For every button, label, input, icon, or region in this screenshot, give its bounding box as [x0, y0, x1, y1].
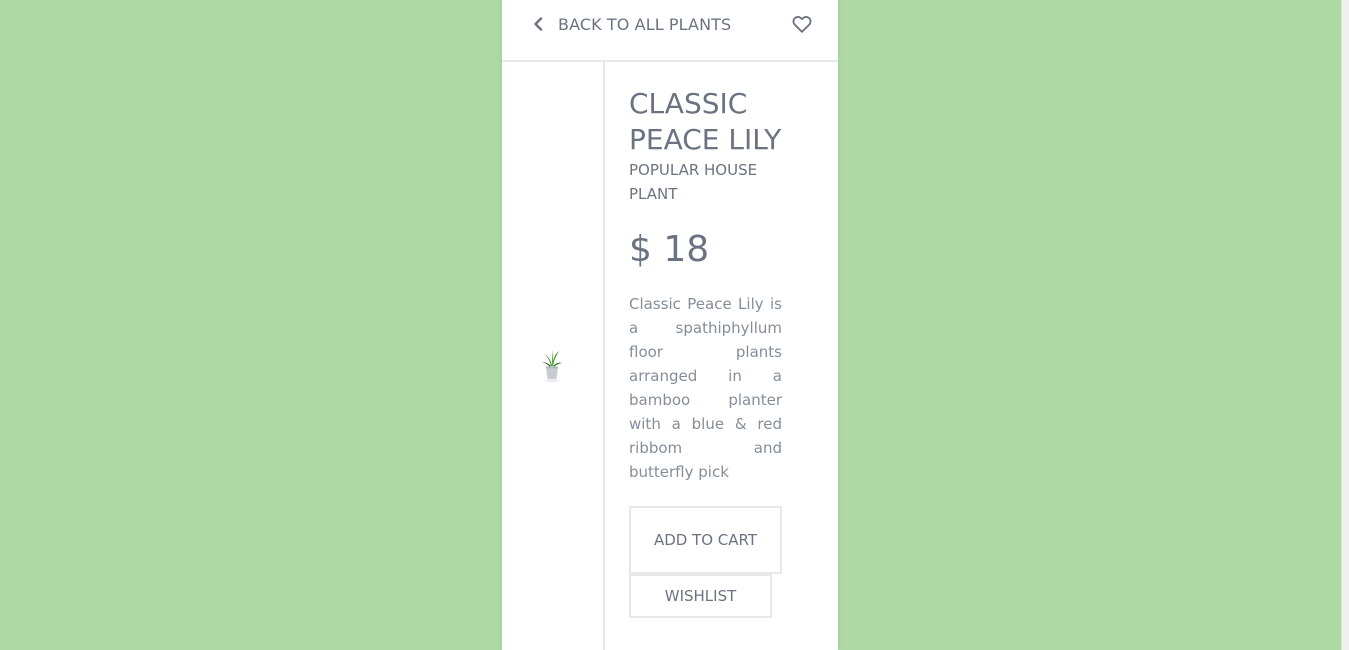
page-scrollbar[interactable] [1341, 0, 1349, 650]
product-price: $ 18 [629, 229, 710, 270]
product-description: Classic Peace Lily is a spathiphyllum fl… [629, 295, 782, 481]
back-link-label: BACK TO ALL PLANTS [558, 14, 732, 34]
top-bar: BACK TO ALL PLANTS [502, 0, 838, 62]
wishlist-button[interactable]: WISHLIST [629, 574, 772, 618]
add-to-cart-button[interactable]: ADD TO CART [629, 506, 782, 574]
back-to-all-plants-link[interactable]: BACK TO ALL PLANTS [532, 12, 731, 36]
plant-thumbnail[interactable] [540, 348, 564, 382]
heart-icon[interactable] [791, 13, 813, 35]
thumbnail-column [502, 62, 605, 650]
product-title: CLASSIC PEACE LILY [629, 87, 782, 156]
product-card: BACK TO ALL PLANTS CLASSIC PEACE LILY PO… [502, 0, 838, 650]
product-details: CLASSIC PEACE LILY POPULAR HOUSE PLANT $… [629, 86, 782, 618]
product-subtitle: POPULAR HOUSE PLANT [629, 161, 758, 203]
chevron-left-icon [534, 17, 543, 31]
